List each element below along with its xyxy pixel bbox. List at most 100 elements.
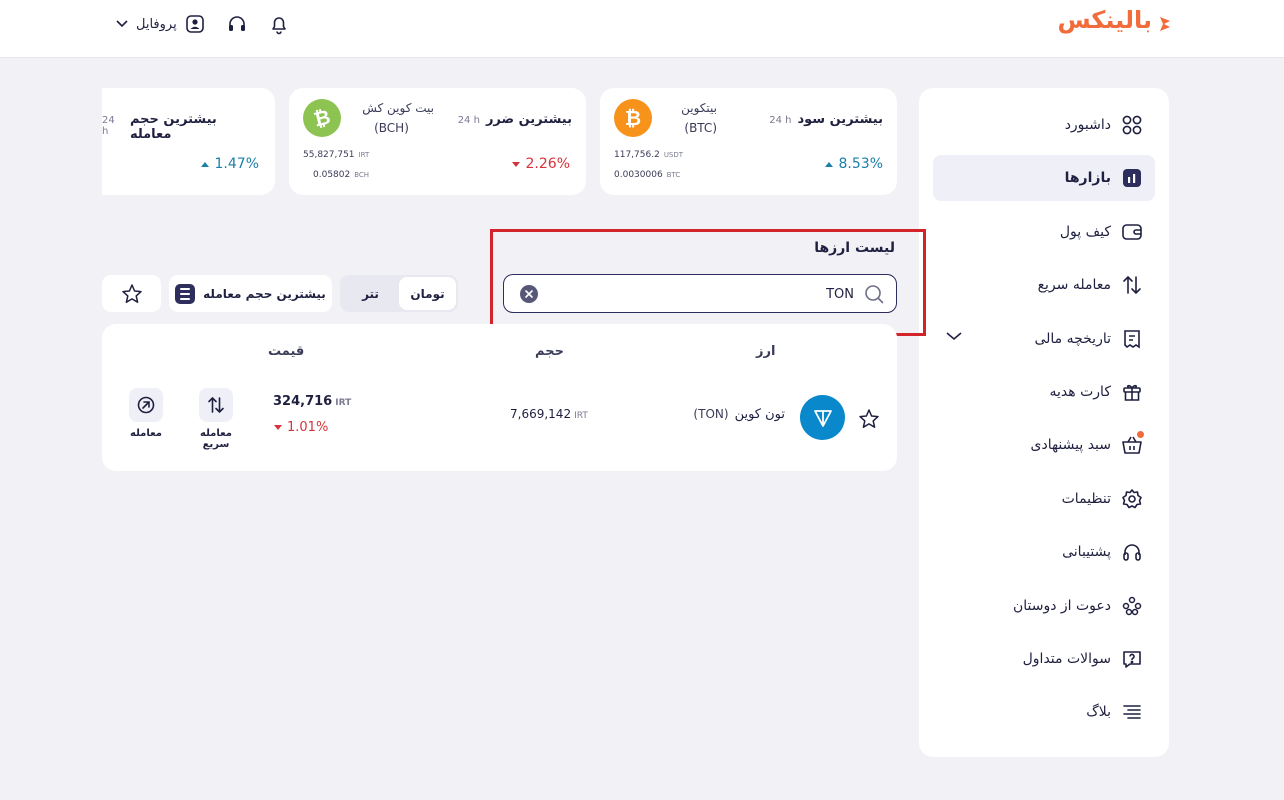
profile-menu[interactable]: پروفایل (114, 12, 207, 36)
sidebar-item-wallet[interactable]: کیف پول (933, 209, 1155, 255)
receipt-icon (1121, 328, 1143, 350)
top-gainer-card[interactable]: بیشترین سود 24 h ₿ بیتکوین (BTC) 117,756… (600, 88, 897, 195)
sidebar-item-invite-friends[interactable]: دعوت از دوستان (933, 583, 1155, 629)
column-header-volume: حجم (535, 344, 564, 359)
card-header: بیشترین حجم معامله 24 h (102, 112, 261, 142)
volume-number: 7,669,142 (510, 407, 572, 421)
sidebar-item-label: معامله سریع (1037, 277, 1111, 294)
sidebar: داشبورد بازارها کیف پول معامله سریع تاری… (919, 88, 1169, 757)
coin-symbol: (BTC) (684, 121, 717, 135)
card-values: 55,827,751 IRT 0.05802 BCH (303, 145, 369, 185)
bell-icon[interactable] (267, 12, 291, 36)
star-icon (121, 283, 142, 303)
coin-name: بیتکوین (BTC) (662, 98, 717, 138)
coin-symbol: (BCH) (374, 121, 409, 135)
sort-lines-icon (175, 283, 196, 304)
coin-name-text: بیت کوین کش (362, 101, 434, 115)
sidebar-item-quick-trade[interactable]: معامله سریع (933, 262, 1155, 308)
logo-mark-icon (1158, 11, 1172, 31)
up-arrow-icon (200, 161, 209, 167)
headphones-icon[interactable] (225, 12, 249, 36)
sidebar-item-label: بازارها (1064, 170, 1111, 187)
tab-tether[interactable]: تتر (342, 277, 399, 310)
tab-toman[interactable]: تومان (399, 277, 456, 310)
bitcoin-icon: ₿ (614, 99, 652, 137)
top-header: بالینکس پروفایل (0, 0, 1284, 58)
card-price: 117,756.2 (614, 150, 660, 160)
sidebar-item-faq[interactable]: سوالات متداول (933, 636, 1155, 682)
coin-symbol: (TON) (693, 407, 729, 421)
sidebar-item-label: کیف پول (1059, 223, 1111, 240)
card-period: 24 h (457, 115, 480, 126)
card-title: بیشترین حجم معامله (129, 112, 217, 142)
sidebar-item-blog[interactable]: بلاگ (933, 689, 1155, 735)
sidebar-item-label: کارت هدیه (1049, 383, 1111, 400)
change-value: 1.01% (287, 420, 329, 435)
headphones-icon (1121, 541, 1143, 563)
change-percent: 8.53% (824, 156, 883, 172)
card-amount-unit: BCH (354, 171, 370, 179)
gear-icon (1121, 488, 1143, 510)
quick-trade-button[interactable]: معامله سریع (186, 388, 246, 450)
logo-text: بالینکس (1057, 6, 1152, 34)
coin-name-text: بیتکوین (681, 101, 717, 115)
sidebar-item-label: تاریخچه مالی (1034, 330, 1111, 347)
logo[interactable]: بالینکس (1057, 6, 1172, 34)
sidebar-item-gift-card[interactable]: کارت هدیه (933, 369, 1155, 415)
card-title: بیشترین ضرر (485, 112, 572, 127)
trade-label: معامله (130, 428, 162, 439)
sidebar-item-label: دعوت از دوستان (1012, 597, 1111, 614)
card-amount: 0.0030006 (614, 170, 663, 180)
chevron-down-icon[interactable] (945, 330, 963, 346)
price-unit: IRT (335, 398, 352, 408)
sidebar-item-suggested-basket[interactable]: سبد پیشنهادی (933, 422, 1155, 468)
question-icon (1121, 648, 1143, 670)
gift-icon (1121, 381, 1143, 403)
sidebar-item-settings[interactable]: تنظیمات (933, 476, 1155, 522)
sidebar-item-support[interactable]: پشتیبانی (933, 529, 1155, 575)
card-amount: 0.05802 (313, 170, 351, 180)
markets-icon (1121, 167, 1143, 189)
card-period: 24 h (102, 115, 115, 137)
wallet-icon (1121, 221, 1143, 243)
chevron-down-icon (114, 12, 130, 36)
coin-table: ارز حجم قیمت تون کوین (TON) 7,669,142 IRT… (102, 324, 897, 471)
top-loser-card[interactable]: بیشترین ضرر 24 h ₿ بیت کوین کش (BCH) 55,… (289, 88, 586, 195)
profile-label: پروفایل (136, 16, 177, 32)
sidebar-item-dashboard[interactable]: داشبورد (933, 102, 1155, 148)
trade-button[interactable]: معامله (116, 388, 176, 439)
change-value: 8.53% (838, 156, 883, 172)
card-price-unit: USDT (663, 151, 684, 159)
volume-unit: IRT (574, 411, 588, 421)
column-header-coin: ارز (756, 344, 776, 359)
change-percent: 1.01% (274, 420, 328, 435)
card-header: بیشترین ضرر 24 h (458, 112, 572, 127)
dashboard-grid-icon (1121, 114, 1143, 136)
sidebar-item-financial-history[interactable]: تاریخچه مالی (933, 316, 1155, 362)
user-icon (183, 12, 207, 36)
sidebar-item-label: داشبورد (1064, 117, 1111, 133)
change-value: 1.47% (214, 156, 259, 172)
top-volume-card[interactable]: بیشترین حجم معامله 24 h 1.47% (102, 88, 275, 195)
svg-text:₿: ₿ (625, 106, 641, 130)
sort-by-volume-button[interactable]: بیشترین حجم معامله (169, 275, 332, 312)
coin-name-text: تون کوین (734, 407, 785, 422)
card-price: 55,827,751 (303, 150, 355, 160)
sidebar-item-markets[interactable]: بازارها (933, 155, 1155, 202)
trade-icon (129, 388, 163, 422)
svg-text:₿: ₿ (312, 106, 332, 130)
bitcoin-cash-icon: ₿ (303, 99, 341, 137)
card-period: 24 h (769, 115, 792, 126)
sidebar-item-label: تنظیمات (1061, 490, 1111, 507)
favorites-filter-button[interactable] (102, 275, 161, 312)
change-percent: 1.47% (200, 156, 259, 172)
swap-arrows-icon (199, 388, 233, 422)
sidebar-item-label: بلاگ (1086, 704, 1111, 721)
change-value: 2.26% (525, 156, 570, 172)
change-percent: 2.26% (511, 156, 570, 172)
quick-trade-label: معامله سریع (200, 428, 232, 450)
star-icon[interactable] (858, 408, 880, 434)
blog-lines-icon (1121, 701, 1143, 723)
toncoin-icon (800, 395, 845, 440)
volume-value: 7,669,142 IRT (510, 407, 588, 421)
